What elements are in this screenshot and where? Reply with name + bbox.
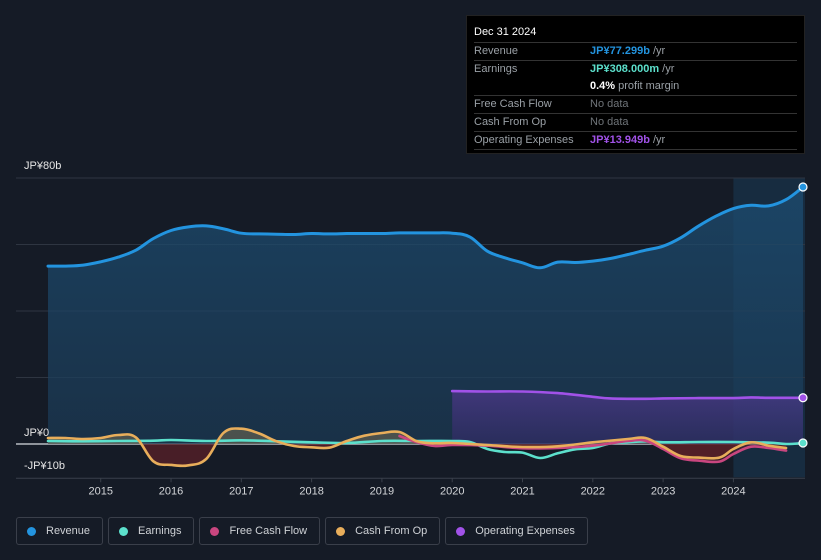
tooltip-label: Free Cash Flow: [474, 98, 552, 110]
legend-item-revenue[interactable]: Revenue: [16, 517, 104, 545]
legend-label: Earnings: [138, 525, 182, 537]
tooltip-row-opex: Operating Expenses JP¥13.949b /yr: [474, 131, 797, 150]
tooltip-date: Dec 31 2024: [474, 26, 537, 38]
tooltip-row-cfo: Cash From Op No data: [474, 113, 797, 131]
legend-dot-icon: [336, 526, 346, 536]
tooltip-label: Earnings: [474, 63, 518, 75]
tooltip-value-opex: JP¥13.949b: [590, 134, 650, 146]
legend-label: Cash From Op: [355, 525, 428, 537]
legend-item-cash-from-op[interactable]: Cash From Op: [325, 517, 441, 545]
legend-item-operating-expenses[interactable]: Operating Expenses: [445, 517, 588, 545]
tooltip-suffix: /yr: [649, 45, 666, 57]
y-axis-label-bottom: -JP¥10b: [24, 460, 65, 472]
legend-label: Free Cash Flow: [229, 525, 308, 537]
tooltip-suffix: No data: [590, 98, 629, 110]
x-tick-label: 2017: [229, 485, 253, 497]
tooltip-value-revenue: JP¥77.299b: [590, 45, 650, 57]
x-tick-label: 2022: [581, 485, 605, 497]
tooltip-suffix: No data: [590, 116, 629, 128]
x-tick-label: 2019: [370, 485, 394, 497]
legend-item-free-cash-flow[interactable]: Free Cash Flow: [199, 517, 321, 545]
legend-label: Operating Expenses: [475, 525, 575, 537]
tooltip-row-margin: 0.4% profit margin: [474, 78, 797, 95]
legend-dot-icon: [210, 526, 220, 536]
x-tick-label: 2020: [440, 485, 464, 497]
x-tick-label: 2024: [721, 485, 745, 497]
operating-expenses-end-dot: [798, 393, 808, 403]
x-tick-label: 2023: [651, 485, 675, 497]
tooltip-value-earnings: JP¥308.000m: [590, 63, 660, 75]
revenue-end-dot: [798, 182, 808, 192]
y-axis-label-zero: JP¥0: [24, 427, 50, 439]
tooltip-suffix: profit margin: [615, 80, 680, 92]
earnings-end-dot: [798, 438, 808, 448]
legend-dot-icon: [119, 526, 129, 536]
x-tick-label: 2018: [299, 485, 323, 497]
x-tick-label: 2016: [159, 485, 183, 497]
x-tick-label: 2015: [88, 485, 112, 497]
tooltip-row-revenue: Revenue JP¥77.299b /yr: [474, 42, 797, 60]
x-tick-label: 2021: [510, 485, 534, 497]
tooltip-suffix: /yr: [649, 134, 666, 146]
tooltip-row-fcf: Free Cash Flow No data: [474, 95, 797, 113]
tooltip-value-margin: 0.4%: [590, 80, 616, 92]
tooltip-suffix: /yr: [659, 63, 675, 75]
tooltip-row-earnings: Earnings JP¥308.000m /yr: [474, 60, 797, 78]
legend-item-earnings[interactable]: Earnings: [108, 517, 195, 545]
chart-legend: Revenue Earnings Free Cash Flow Cash Fro…: [16, 517, 588, 545]
legend-dot-icon: [27, 526, 36, 536]
tooltip-label: Cash From Op: [474, 116, 547, 128]
y-axis-label-top: JP¥80b: [24, 160, 62, 172]
tooltip-label: [474, 78, 590, 95]
data-tooltip: Dec 31 2024 Revenue JP¥77.299b /yr Earni…: [466, 15, 805, 154]
legend-dot-icon: [456, 526, 466, 536]
tooltip-label: Revenue: [474, 45, 519, 57]
tooltip-label: Operating Expenses: [474, 134, 574, 146]
legend-label: Revenue: [46, 525, 91, 537]
